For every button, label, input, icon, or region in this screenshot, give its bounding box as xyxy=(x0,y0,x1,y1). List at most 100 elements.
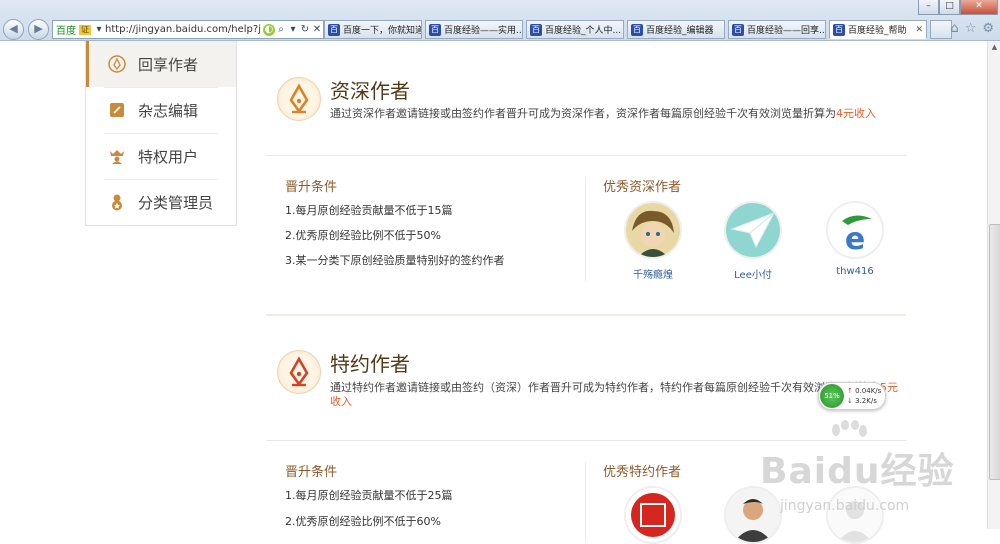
sidebar-item-label: 特权用户 xyxy=(138,147,199,166)
browser-chrome: – □ ✕ ◀ ▶ 百度 证 ▾ http://jingyan.baidu.co… xyxy=(0,0,1000,41)
condition-item: 1.每月原创经验贡献量不低于15篇 xyxy=(285,204,453,217)
maximize-button[interactable]: □ xyxy=(939,0,960,15)
tab[interactable]: 百百度经验——实用... xyxy=(425,20,523,39)
search-icon[interactable]: ⌕ xyxy=(275,24,287,36)
sidebar-item-privileged-user[interactable]: 特权用户 xyxy=(86,133,236,179)
paw-icon: 百 xyxy=(631,23,643,36)
usage-percent: 51% xyxy=(820,384,844,408)
sidebar-item-huixiang-author[interactable]: 回享作者 xyxy=(86,41,236,87)
compat-icon[interactable]: ◐ xyxy=(263,23,275,36)
tab-label: 百度经验_编辑器 xyxy=(646,26,714,36)
column-divider xyxy=(585,177,586,281)
svg-text:e: e xyxy=(845,222,865,257)
pen-nib-icon xyxy=(289,83,309,114)
upload-speed: ↑ 0.04K/s xyxy=(847,387,881,395)
description-text: 通过资深作者邀请链接或由签约作者晋升可成为资深作者，资深作者每篇原创经验千次有效… xyxy=(330,107,836,120)
dropdown-icon[interactable]: ▾ xyxy=(93,24,105,36)
watermark-logo: Baidu经验 xyxy=(760,451,955,492)
sidebar-item-magazine-editor[interactable]: 杂志编辑 xyxy=(86,87,236,133)
tab[interactable]: 百百度经验_个人中... xyxy=(526,20,624,39)
author-card[interactable]: Lee小付 xyxy=(722,201,784,281)
watermark-url: jingyan.baidu.com xyxy=(780,498,910,514)
download-speed-value: 3.2K/s xyxy=(855,397,877,405)
author-card[interactable]: 千殇瘾煌 xyxy=(622,201,684,281)
network-speed-widget[interactable]: 51% ↑ 0.04K/s ↓ 3.2K/s xyxy=(818,382,886,410)
refresh-icon[interactable]: ↻ xyxy=(299,24,311,36)
authors-title: 优秀资深作者 xyxy=(603,180,682,195)
column-divider xyxy=(585,462,586,542)
income-highlight: 4元收入 xyxy=(836,107,876,120)
avatar[interactable] xyxy=(624,201,682,259)
condition-item: 2.优秀原创经验比例不低于50% xyxy=(285,229,441,242)
forward-icon[interactable]: ▶ xyxy=(28,19,49,40)
url-input[interactable]: http://jingyan.baidu.com/help?j xyxy=(105,24,263,35)
vertical-scrollbar[interactable]: ▲ xyxy=(987,41,1000,529)
condition-item: 1.每月原创经验贡献量不低于25篇 xyxy=(285,489,453,502)
tab-label: 百度一下，你就知道 xyxy=(343,26,422,36)
tab[interactable]: 百百度一下，你就知道 xyxy=(324,20,422,39)
sidebar-item-label: 分类管理员 xyxy=(138,193,214,212)
author-name[interactable]: Lee小付 xyxy=(722,266,784,281)
author-card[interactable] xyxy=(622,486,684,544)
crown-user-icon xyxy=(110,150,124,164)
home-icon[interactable]: ⌂ xyxy=(950,21,958,36)
edit-icon xyxy=(110,103,124,117)
tab[interactable]: 百百度经验——回享... xyxy=(728,20,826,39)
minimize-button[interactable]: – xyxy=(918,0,939,15)
dropdown-icon[interactable]: ▾ xyxy=(287,24,299,36)
paw-icon: 百 xyxy=(429,23,441,36)
tab-label: 百度经验——实用... xyxy=(444,26,523,36)
security-badge-icon: 证 xyxy=(79,24,91,35)
condition-item: 3.某一分类下原创经验质量特别好的签约作者 xyxy=(285,254,505,267)
tab-label: 百度经验_帮助 xyxy=(848,26,907,36)
paw-icon: 百 xyxy=(328,23,340,36)
baidu-jingyan-watermark: Baidu经验 jingyan.baidu.com xyxy=(758,418,998,528)
author-card[interactable]: e thw416 xyxy=(824,201,886,277)
section-title: 特约作者 xyxy=(330,352,410,376)
author-name[interactable]: thw416 xyxy=(824,266,886,277)
avatar[interactable] xyxy=(624,486,682,544)
paw-icon: 百 xyxy=(833,23,845,36)
back-icon[interactable]: ◀ xyxy=(3,19,24,40)
section-description: 通过特约作者邀请链接或由签约（资深）作者晋升可成为特约作者，特约作者每篇原创经验… xyxy=(330,381,902,409)
address-bar[interactable]: 百度 证 ▾ http://jingyan.baidu.com/help?j ◐… xyxy=(52,20,324,39)
special-author-badge-icon xyxy=(277,350,321,394)
scrollbar-thumb[interactable] xyxy=(989,224,1000,480)
paw-icon: 百 xyxy=(530,23,542,36)
download-speed: ↓ 3.2K/s xyxy=(847,397,877,405)
tab-active[interactable]: 百百度经验_帮助 ✕ xyxy=(829,20,927,39)
condition-item: 2.优秀原创经验比例不低于60% xyxy=(285,515,441,528)
tab-label: 百度经验_个人中... xyxy=(545,26,622,36)
sidebar-item-label: 杂志编辑 xyxy=(138,101,199,120)
scroll-up-icon[interactable]: ▲ xyxy=(988,41,1000,54)
description-text: 通过特约作者邀请链接或由签约（资深）作者晋升可成为特约作者，特约作者每篇原创经验… xyxy=(330,381,880,394)
browser-tools: ⌂ ☆ ⚙ xyxy=(950,21,994,36)
conditions-title: 晋升条件 xyxy=(285,180,338,195)
pen-nib-icon xyxy=(108,55,126,73)
new-tab-button[interactable] xyxy=(930,20,952,39)
gear-icon[interactable]: ⚙ xyxy=(982,21,994,36)
star-icon[interactable]: ☆ xyxy=(965,21,977,36)
senior-author-badge-icon xyxy=(277,77,321,121)
upload-arrow-icon: ↑ xyxy=(847,387,853,395)
authors-title: 优秀特约作者 xyxy=(603,465,682,480)
author-name[interactable]: 千殇瘾煌 xyxy=(622,266,684,281)
tab[interactable]: 百百度经验_编辑器 xyxy=(627,20,725,39)
sidebar-item-category-admin[interactable]: 分类管理员 xyxy=(86,179,236,225)
paw-icon: 百 xyxy=(732,23,744,36)
window-controls: – □ ✕ xyxy=(918,0,998,15)
stop-icon[interactable]: ✕ xyxy=(311,24,323,36)
senior-author-section: 资深作者 通过资深作者邀请链接或由签约作者晋升可成为资深作者，资深作者每篇原创经… xyxy=(266,41,906,311)
divider xyxy=(266,155,906,156)
conditions-title: 晋升条件 xyxy=(285,465,338,480)
close-tab-icon[interactable]: ✕ xyxy=(915,25,923,35)
avatar[interactable] xyxy=(724,201,782,259)
close-window-button[interactable]: ✕ xyxy=(960,0,998,15)
section-divider xyxy=(266,314,906,316)
download-arrow-icon: ↓ xyxy=(847,397,853,405)
avatar[interactable]: e xyxy=(826,201,884,259)
sidebar: 回享作者 杂志编辑 特权用户 分类管理员 xyxy=(85,41,237,226)
sidebar-item-label: 回享作者 xyxy=(138,55,199,74)
search-engine-label[interactable]: 百度 xyxy=(53,22,79,37)
section-title: 资深作者 xyxy=(330,79,410,103)
